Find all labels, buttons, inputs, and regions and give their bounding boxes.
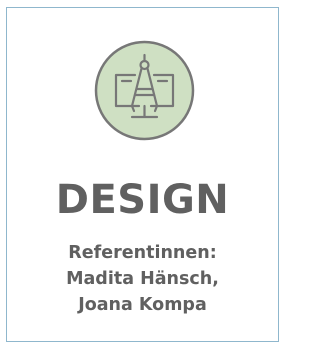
page-title: DESIGN	[55, 177, 230, 223]
speaker-name: Madita Hänsch,	[66, 269, 219, 289]
drafting-compass-on-monitor-icon	[94, 40, 195, 141]
speaker-name: Joana Kompa	[78, 295, 207, 315]
speakers-label: Referentinnen:	[68, 243, 217, 263]
design-badge	[94, 40, 195, 141]
design-card: DESIGN Referentinnen: Madita Hänsch, Joa…	[6, 7, 279, 342]
speakers: Referentinnen: Madita Hänsch, Joana Komp…	[7, 240, 278, 318]
